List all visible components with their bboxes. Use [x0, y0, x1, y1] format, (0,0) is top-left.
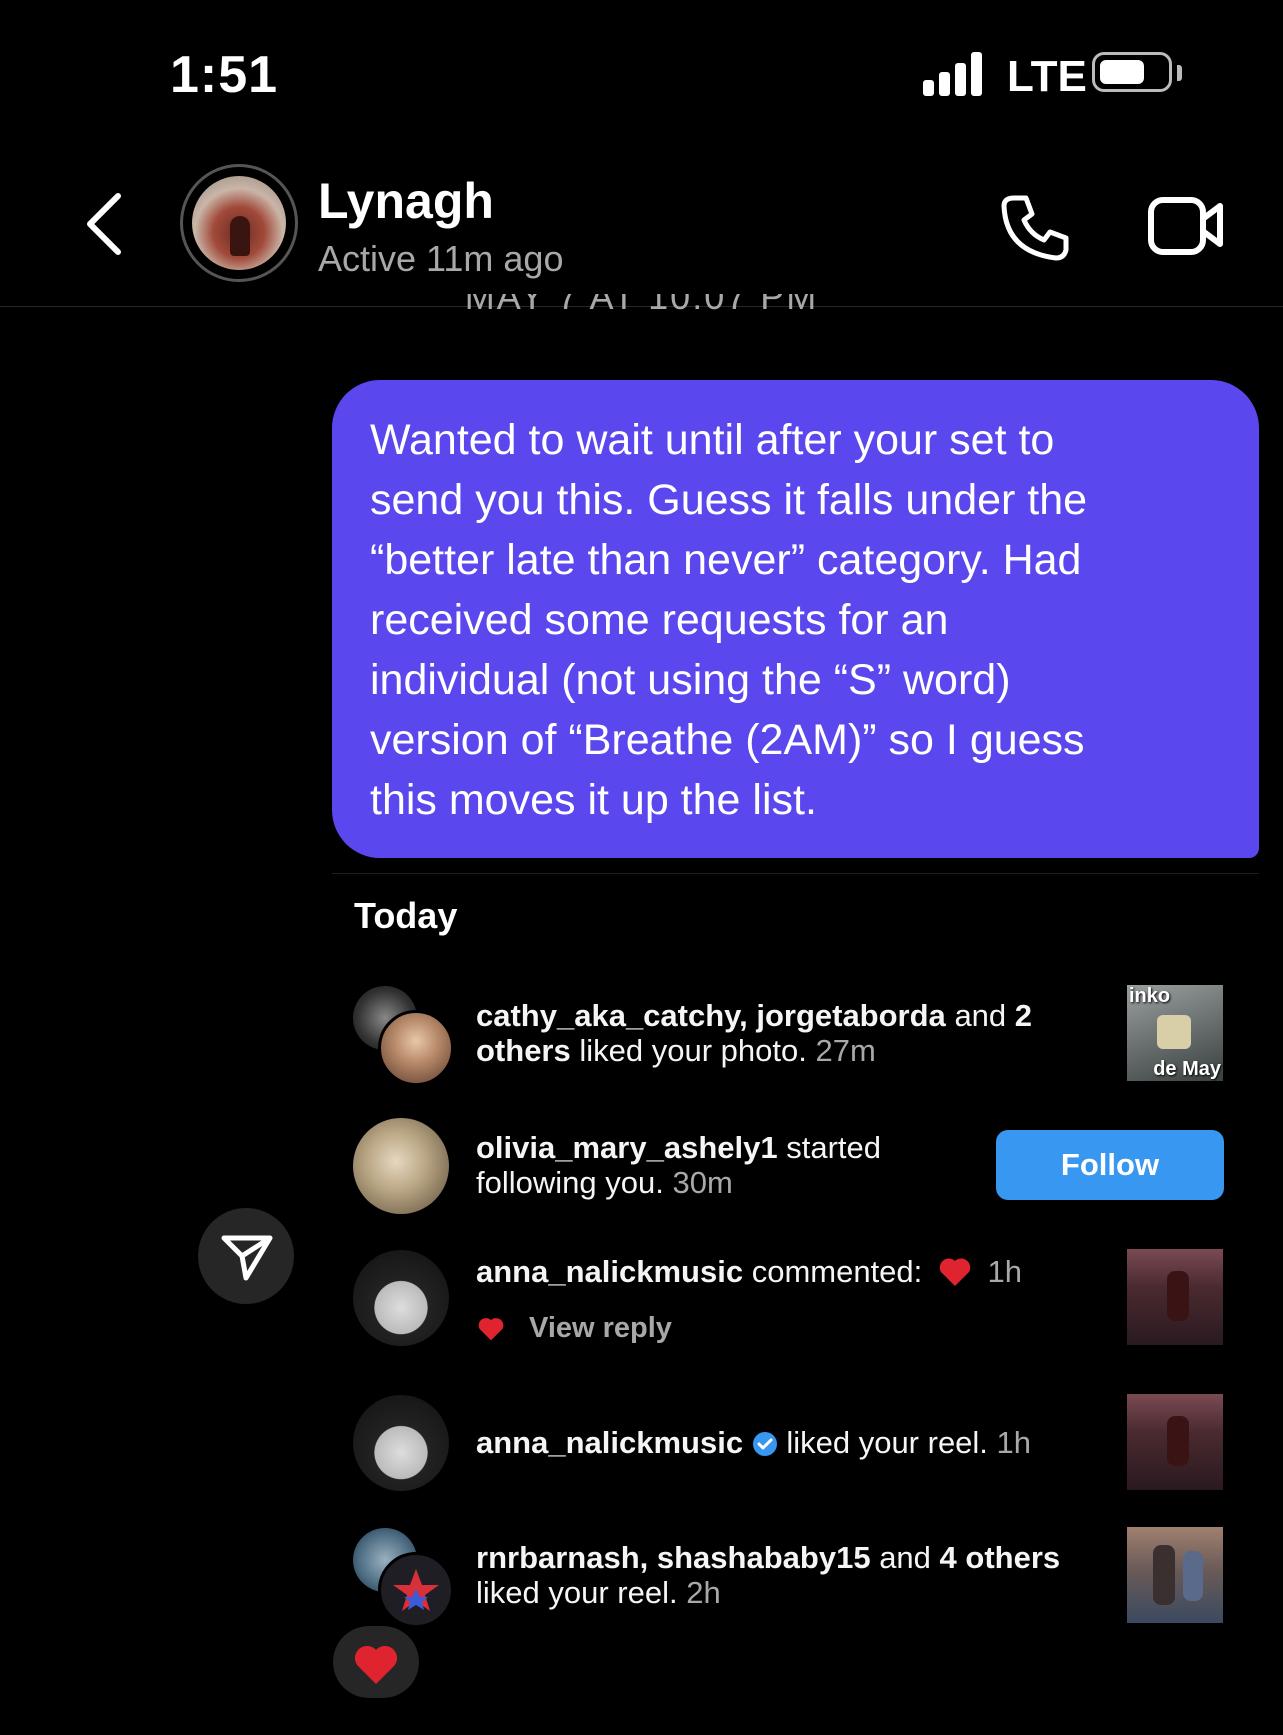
- reel-thumbnail[interactable]: [1127, 1527, 1223, 1623]
- contact-name[interactable]: Lynagh: [318, 172, 494, 230]
- heart-emoji-icon: [939, 1258, 971, 1286]
- send-button[interactable]: [198, 1208, 294, 1304]
- activity-text-liked-reel[interactable]: rnrbarnash, shashababy15 and 4 others li…: [476, 1540, 1076, 1610]
- status-time: 1:51: [170, 46, 279, 104]
- activity-text-started-following[interactable]: olivia_mary_ashely1 started following yo…: [476, 1130, 976, 1200]
- video-camera-icon[interactable]: [1148, 192, 1224, 258]
- reel-thumbnail[interactable]: [1127, 1249, 1223, 1345]
- view-reply-link[interactable]: View reply: [529, 1312, 672, 1345]
- section-title-today: Today: [354, 895, 458, 936]
- message-date-stamp: MAY 7 AT 10:07 PM: [464, 294, 819, 317]
- activity-text-liked-reel[interactable]: anna_nalickmusic liked your reel. 1h: [476, 1425, 1036, 1460]
- battery-icon: [1092, 52, 1172, 92]
- network-type: LTE: [1007, 52, 1087, 101]
- cellular-signal-icon: [923, 52, 991, 96]
- paper-plane-icon: [221, 1235, 273, 1281]
- user-avatar[interactable]: [353, 1118, 449, 1214]
- activity-text-commented[interactable]: anna_nalickmusic commented: 1h: [476, 1254, 1036, 1289]
- message-text: Wanted to wait until after your set to s…: [370, 416, 1088, 824]
- shared-activity-divider: [332, 873, 1259, 874]
- sent-message-bubble[interactable]: Wanted to wait until after your set to s…: [332, 380, 1259, 858]
- contact-avatar[interactable]: [180, 164, 298, 282]
- follow-button[interactable]: Follow: [996, 1130, 1224, 1200]
- activity-text-liked-photo[interactable]: cathy_aka_catchy, jorgetaborda and 2 oth…: [476, 998, 1076, 1068]
- reel-thumbnail[interactable]: [1127, 1394, 1223, 1490]
- user-avatar[interactable]: [353, 1250, 449, 1346]
- reaction-pill[interactable]: [333, 1626, 419, 1698]
- user-avatar-front[interactable]: [378, 1552, 454, 1628]
- back-chevron-icon[interactable]: [80, 190, 130, 258]
- battery-tip: [1177, 65, 1182, 81]
- reply-heart-icon: [478, 1318, 504, 1341]
- user-avatar-front[interactable]: [378, 1010, 454, 1086]
- post-thumbnail-photo[interactable]: inko de May: [1127, 985, 1223, 1081]
- heart-icon: [354, 1645, 398, 1684]
- star-logo-icon: [393, 1569, 439, 1611]
- contact-active-status: Active 11m ago: [318, 238, 564, 279]
- phone-icon[interactable]: [1000, 190, 1072, 262]
- user-avatar[interactable]: [353, 1395, 449, 1491]
- verified-badge-icon: [752, 1432, 777, 1456]
